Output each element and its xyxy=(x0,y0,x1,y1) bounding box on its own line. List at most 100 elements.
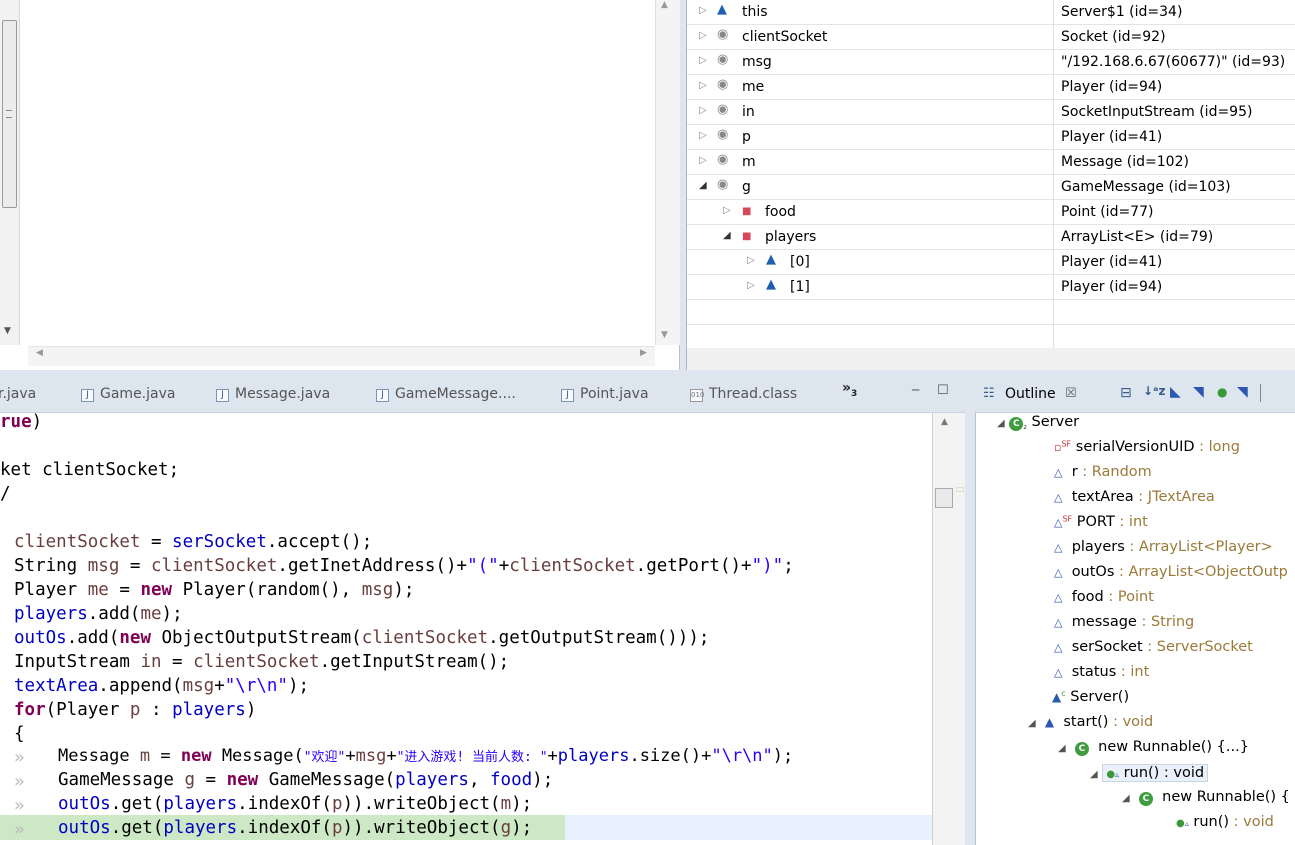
outline-item-run[interactable]: ◢ ●▵ run() : void xyxy=(1090,764,1209,789)
tab-gamemessage-java[interactable]: J GameMessage.... xyxy=(376,386,516,402)
outline-item-PORT[interactable]: △SF PORT : int xyxy=(1054,514,1148,539)
hide-local-types-icon[interactable]: ◥ xyxy=(1237,384,1248,400)
outline-item-message[interactable]: △ message : String xyxy=(1054,614,1194,639)
close-icon[interactable]: ☒ xyxy=(1065,386,1077,401)
code-text: Message xyxy=(58,746,140,766)
expand-icon[interactable]: ▷ xyxy=(699,155,707,166)
scroll-up-arrow-icon[interactable]: ▲ xyxy=(941,417,948,427)
expand-icon[interactable]: ▷ xyxy=(699,55,707,66)
outline-tab-title[interactable]: Outline xyxy=(1005,386,1056,402)
outline-item-players[interactable]: △ players : ArrayList<Player> xyxy=(1054,539,1273,564)
outline-item-start[interactable]: ◢ ▲ start() : void xyxy=(1028,714,1153,739)
variable-name: food xyxy=(765,204,796,220)
console-horizontal-scrollbar[interactable] xyxy=(28,346,655,366)
outline-item-serSocket[interactable]: △ serSocket : ServerSocket xyxy=(1054,639,1253,664)
outline-item-serialVersionUID[interactable]: ▫SF serialVersionUID : long xyxy=(1054,439,1240,464)
variable-row-food[interactable]: ▷ ■ food Point (id=77) xyxy=(687,200,1295,225)
variable-row-clientSocket[interactable]: ▷ ◉ clientSocket Socket (id=92) xyxy=(687,25,1295,50)
field-ref: outOs xyxy=(58,794,111,814)
scroll-thumb[interactable] xyxy=(935,488,953,508)
variable-name: [1] xyxy=(790,279,810,295)
collapse-icon[interactable]: ◢ xyxy=(997,418,1005,429)
code-text: , xyxy=(468,770,491,790)
scroll-right-arrow-icon[interactable]: ▶ xyxy=(640,348,647,358)
expand-icon[interactable]: ▷ xyxy=(699,130,707,141)
more-tabs-button[interactable]: »3 xyxy=(842,380,857,399)
outline-item-server[interactable]: ◢ C₂ Server xyxy=(997,414,1079,439)
variable-row-g[interactable]: ◢ ◉ g GameMessage (id=103) xyxy=(687,175,1295,200)
sort-icon[interactable]: ↓ᵃz xyxy=(1143,384,1166,398)
variable-row-index-0[interactable]: ▷ ▲ [0] Player (id=41) xyxy=(687,250,1295,275)
expand-icon[interactable]: ▷ xyxy=(699,105,707,116)
scroll-up-arrow-icon[interactable]: ▲ xyxy=(661,0,668,10)
whitespace-marker: » xyxy=(14,772,25,792)
variable-value: Player (id=41) xyxy=(1061,129,1163,145)
tab-message-java[interactable]: J Message.java xyxy=(216,386,330,402)
hide-fields-icon[interactable]: ◣ xyxy=(1170,384,1181,400)
expand-icon[interactable]: ▷ xyxy=(747,280,755,291)
outline-item-status[interactable]: △ status : int xyxy=(1054,664,1149,689)
maximize-button[interactable]: ☐ xyxy=(937,383,949,398)
annotation-marker[interactable] xyxy=(956,487,964,492)
outline-item-textArea[interactable]: △ textArea : JTextArea xyxy=(1054,489,1215,514)
expand-icon[interactable]: ▷ xyxy=(723,205,731,216)
outline-item-r[interactable]: △ r : Random xyxy=(1054,464,1152,489)
scroll-left-arrow-icon[interactable]: ◀ xyxy=(36,348,43,358)
variable-row-m[interactable]: ▷ ◉ m Message (id=102) xyxy=(687,150,1295,175)
code-text: .get( xyxy=(110,818,164,838)
overview-ruler[interactable]: ▲ xyxy=(932,413,965,845)
outline-item-food[interactable]: △ food : Point xyxy=(1054,589,1154,614)
outline-item-runnable-inner[interactable]: ◢ C new Runnable() { xyxy=(1122,789,1290,814)
variable-row-msg[interactable]: ▷ ◉ msg "/192.168.6.67(60677)" (id=93) xyxy=(687,50,1295,75)
local-variable-icon: ◉ xyxy=(717,152,729,167)
code-text: Player(random(), xyxy=(172,580,362,600)
tab-game-java[interactable]: J Game.java xyxy=(81,386,175,402)
code-text: + xyxy=(386,746,397,766)
variable-value: SocketInputStream (id=95) xyxy=(1061,104,1253,120)
expand-icon[interactable]: ▷ xyxy=(747,255,755,266)
variable-row-this[interactable]: ▷ ▲ this Server$1 (id=34) xyxy=(687,0,1295,25)
tab-label: Point.java xyxy=(580,386,649,402)
tab-thread-class[interactable]: 010 Thread.class xyxy=(690,386,797,402)
outline-item-constructor[interactable]: ▲c Server() xyxy=(1052,689,1129,714)
hide-static-icon[interactable]: ◥ xyxy=(1193,384,1204,400)
outline-item-type: : long xyxy=(1194,439,1240,455)
code-line: outOs.get(players.indexOf(p)).writeObjec… xyxy=(58,818,532,842)
collapse-icon[interactable]: ◢ xyxy=(1058,743,1066,754)
tab-server-java[interactable]: r.java xyxy=(0,386,36,402)
expand-icon[interactable]: ▷ xyxy=(699,80,707,91)
collapse-icon[interactable]: ◢ xyxy=(1028,718,1036,729)
outline-item-outOs[interactable]: △ outOs : ArrayList<ObjectOutp xyxy=(1054,564,1288,589)
console-right-scrollbar[interactable] xyxy=(655,0,680,345)
variable-row-index-1[interactable]: ▷ ▲ [1] Player (id=94) xyxy=(687,275,1295,300)
variables-horizontal-scrollbar[interactable] xyxy=(687,348,1295,370)
scroll-down-arrow-icon[interactable]: ▼ xyxy=(661,330,668,340)
minimize-button[interactable]: ─ xyxy=(912,383,919,397)
outline-item-runnable[interactable]: ◢ C new Runnable() {...} xyxy=(1058,739,1249,764)
local-variable-icon: ◉ xyxy=(717,52,729,67)
outline-item-run-inner[interactable]: ●▵ run() : void xyxy=(1176,814,1274,839)
variable-row-in[interactable]: ▷ ◉ in SocketInputStream (id=95) xyxy=(687,100,1295,125)
expand-icon[interactable]: ▷ xyxy=(699,30,707,41)
collapse-icon[interactable]: ◢ xyxy=(1122,793,1130,804)
keyword: for xyxy=(14,700,46,720)
scroll-down-arrow-icon[interactable]: ▼ xyxy=(4,326,11,336)
variable-value: Message (id=102) xyxy=(1061,154,1189,170)
variable-row-p[interactable]: ▷ ◉ p Player (id=41) xyxy=(687,125,1295,150)
variable-row-players[interactable]: ◢ ■ players ArrayList<E> (id=79) xyxy=(687,225,1295,250)
tab-point-java[interactable]: J Point.java xyxy=(561,386,649,402)
hidden-tab-count: 3 xyxy=(851,388,858,399)
field-ref: players xyxy=(163,818,238,838)
outline-item-label: new Runnable() {...} xyxy=(1098,739,1249,755)
collapse-icon[interactable]: ◢ xyxy=(1090,769,1098,780)
variable-row-me[interactable]: ▷ ◉ me Player (id=94) xyxy=(687,75,1295,100)
collapse-icon[interactable]: ◢ xyxy=(723,230,731,241)
outline-header: ☷ Outline ☒ ⊟ ↓ᵃz ◣ ◥ ● ◥ xyxy=(975,375,1295,413)
collapse-all-icon[interactable]: ⊟ xyxy=(1120,385,1132,401)
expand-icon[interactable]: ▷ xyxy=(699,5,707,16)
hide-nonpublic-icon[interactable]: ● xyxy=(1217,385,1227,399)
collapse-icon[interactable]: ◢ xyxy=(699,180,707,191)
variable-name: clientSocket xyxy=(742,29,828,45)
string-literal: "\r\n" xyxy=(224,676,288,696)
variable-row-empty xyxy=(687,300,1295,325)
